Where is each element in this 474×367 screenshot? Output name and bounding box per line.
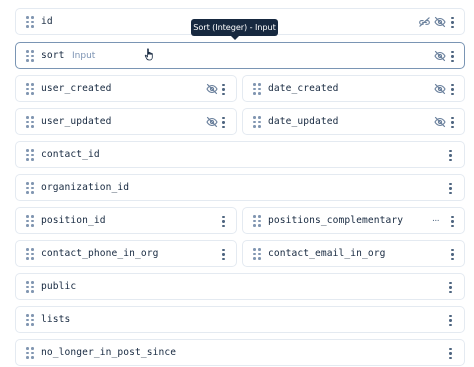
field-name: lists	[41, 314, 71, 325]
more-vert-icon[interactable]	[222, 84, 225, 95]
drag-handle-icon[interactable]	[253, 248, 261, 260]
eye-off-icon[interactable]	[434, 16, 446, 28]
drag-handle-icon[interactable]	[26, 182, 34, 194]
drag-handle-icon[interactable]	[26, 16, 34, 28]
drag-handle-icon[interactable]	[26, 281, 34, 293]
drag-handle-icon[interactable]	[26, 248, 34, 260]
eye-off-icon[interactable]	[434, 116, 446, 128]
field-name: public	[41, 281, 77, 292]
drag-handle-icon[interactable]	[26, 347, 34, 359]
drag-handle-icon[interactable]	[26, 314, 34, 326]
field-no_longer_in_post_since[interactable]: no_longer_in_post_since	[15, 339, 465, 366]
field-public[interactable]: public	[15, 273, 465, 300]
field-contact_id[interactable]: contact_id	[15, 141, 465, 168]
field-name: contact_phone_in_org	[41, 248, 159, 259]
field-name: position_id	[41, 215, 106, 226]
field-name: contact_id	[41, 149, 100, 160]
more-vert-icon[interactable]	[222, 249, 225, 260]
more-vert-icon[interactable]	[451, 117, 454, 128]
more-vert-icon[interactable]	[449, 282, 452, 293]
hand-cursor-icon	[144, 48, 153, 61]
more-vert-icon[interactable]	[451, 17, 454, 28]
field-name: user_created	[41, 83, 112, 94]
drag-handle-icon[interactable]	[26, 116, 34, 128]
more-vert-icon[interactable]	[449, 183, 452, 194]
field-lists[interactable]: lists	[15, 306, 465, 333]
field-sort[interactable]: sort Input	[15, 42, 465, 69]
more-vert-icon[interactable]	[451, 216, 454, 227]
field-user_updated[interactable]: user_updated	[15, 108, 237, 135]
eye-off-icon[interactable]	[206, 116, 218, 128]
field-name: date_created	[268, 83, 339, 94]
field-name: id	[41, 16, 53, 27]
more-vert-icon[interactable]	[222, 117, 225, 128]
drag-handle-icon[interactable]	[26, 215, 34, 227]
drag-handle-icon[interactable]	[26, 83, 34, 95]
field-organization_id[interactable]: organization_id	[15, 174, 465, 201]
more-vert-icon[interactable]	[222, 216, 225, 227]
eye-off-icon[interactable]	[434, 50, 446, 62]
field-tooltip: Sort (Integer) - Input	[191, 19, 278, 36]
field-name: contact_email_in_org	[268, 248, 386, 259]
field-position_id[interactable]: position_id	[15, 207, 237, 234]
link-icon	[419, 17, 430, 27]
more-vert-icon[interactable]	[449, 348, 452, 359]
more-vert-icon[interactable]	[451, 84, 454, 95]
field-positions_complementary[interactable]: positions_complementary ...	[242, 207, 465, 234]
more-vert-icon[interactable]	[451, 249, 454, 260]
field-name: sort	[41, 50, 65, 61]
field-name: organization_id	[41, 182, 130, 193]
drag-handle-icon[interactable]	[26, 149, 34, 161]
overflow-ellipsis: ...	[432, 214, 440, 224]
field-date_created[interactable]: date_created	[242, 75, 465, 102]
drag-handle-icon[interactable]	[26, 50, 34, 62]
field-name: no_longer_in_post_since	[41, 347, 177, 358]
drag-handle-icon[interactable]	[253, 83, 261, 95]
eye-off-icon[interactable]	[434, 83, 446, 95]
tooltip-arrow	[231, 36, 239, 40]
field-name: positions_complementary	[268, 215, 404, 226]
eye-off-icon[interactable]	[206, 83, 218, 95]
field-date_updated[interactable]: date_updated	[242, 108, 465, 135]
drag-handle-icon[interactable]	[253, 116, 261, 128]
field-contact_phone_in_org[interactable]: contact_phone_in_org	[15, 240, 237, 267]
drag-handle-icon[interactable]	[253, 215, 261, 227]
more-vert-icon[interactable]	[449, 315, 452, 326]
more-vert-icon[interactable]	[451, 51, 454, 62]
field-contact_email_in_org[interactable]: contact_email_in_org	[242, 240, 465, 267]
field-name: user_updated	[41, 116, 112, 127]
more-vert-icon[interactable]	[449, 150, 452, 161]
field-name: date_updated	[268, 116, 339, 127]
field-interface-label: Input	[72, 51, 96, 61]
field-user_created[interactable]: user_created	[15, 75, 237, 102]
